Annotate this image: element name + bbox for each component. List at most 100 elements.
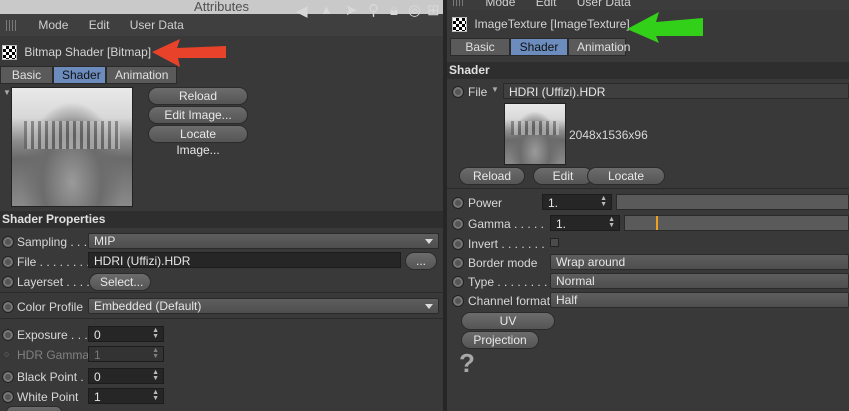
menu-edit[interactable]: Edit bbox=[536, 0, 557, 9]
new-panel-icon[interactable]: ⊞ bbox=[427, 3, 440, 18]
gamma-field[interactable]: 1. ▲ ▼ bbox=[550, 215, 620, 231]
layerset-label: Layerset . . . . bbox=[17, 275, 90, 289]
power-label: Power bbox=[468, 196, 503, 210]
menu-mode[interactable]: Mode bbox=[38, 18, 68, 32]
menu-edit[interactable]: Edit bbox=[89, 18, 110, 32]
border-mode-dropdown[interactable]: Wrap around bbox=[550, 254, 849, 270]
exposure-animate-radio[interactable] bbox=[2, 329, 14, 341]
stepper-arrows-icon[interactable]: ▲ ▼ bbox=[152, 369, 159, 382]
file-animate-radio[interactable] bbox=[452, 86, 464, 98]
back-arrow-icon[interactable]: ◀ bbox=[296, 4, 308, 19]
white-point-value: 1 bbox=[94, 390, 101, 404]
tab-animation[interactable]: Animation bbox=[106, 66, 177, 84]
white-point-field[interactable]: 1 ▲ ▼ bbox=[88, 388, 164, 404]
help-question-icon[interactable]: ? bbox=[459, 350, 475, 376]
stepper-arrows-icon[interactable]: ▲ ▼ bbox=[152, 389, 159, 402]
divider-line bbox=[0, 318, 443, 319]
exposure-field[interactable]: 0 ▲ ▼ bbox=[88, 326, 164, 342]
exposure-value: 0 bbox=[94, 328, 101, 342]
sampling-animate-radio[interactable] bbox=[2, 236, 14, 248]
cursor-icon[interactable]: ➤ bbox=[345, 3, 358, 18]
stepper-arrows-icon[interactable]: ▲ ▼ bbox=[608, 216, 615, 229]
border-mode-label: Border mode bbox=[468, 256, 538, 270]
partial-button[interactable] bbox=[6, 406, 62, 411]
file-path-field[interactable]: HDRI (Uffizi).HDR bbox=[88, 252, 401, 268]
reload-image-button[interactable]: Reload Image... bbox=[148, 87, 248, 119]
red-arrow-annotation bbox=[152, 39, 226, 67]
grip-icon bbox=[453, 0, 465, 6]
stepper-arrows-icon[interactable]: ▲ ▼ bbox=[600, 195, 607, 208]
tab-animation[interactable]: Animation bbox=[568, 38, 630, 56]
type-value: Normal bbox=[556, 274, 595, 288]
divider-line bbox=[447, 188, 849, 189]
projection-button[interactable]: Projection bbox=[461, 331, 539, 349]
hdr-gamma-label: HDR Gamma bbox=[17, 348, 90, 362]
gamma-animate-radio[interactable] bbox=[452, 218, 464, 230]
channel-format-animate-radio[interactable] bbox=[452, 295, 464, 307]
menu-user-data[interactable]: User Data bbox=[130, 18, 184, 32]
channel-format-dropdown[interactable]: Half bbox=[550, 292, 849, 308]
shader-properties-header: Shader Properties bbox=[0, 211, 443, 228]
expand-triangle-icon[interactable]: ▼ bbox=[3, 88, 11, 97]
menu-bar: Mode Edit User Data ◀ ▲ ➤ ⚲ 🔒︎ ◎ ⊞ bbox=[0, 2, 443, 36]
white-point-animate-radio[interactable] bbox=[2, 391, 14, 403]
power-field[interactable]: 1. ▲ ▼ bbox=[542, 194, 612, 210]
left-attributes-panel: Attributes Mode Edit User Data ◀ ▲ ➤ ⚲ 🔒… bbox=[0, 0, 443, 411]
search-icon[interactable]: ⚲ bbox=[368, 3, 379, 18]
channel-format-value: Half bbox=[556, 293, 578, 307]
tab-basic[interactable]: Basic bbox=[0, 66, 53, 84]
hdr-gamma-field: 1 ▲ ▼ bbox=[88, 346, 164, 362]
gamma-value: 1. bbox=[556, 217, 567, 231]
expand-triangle-icon[interactable]: ▼ bbox=[491, 85, 499, 94]
file-path-field[interactable]: HDRI (Uffizi).HDR bbox=[503, 83, 849, 99]
right-attributes-panel: Mode Edit User Data ImageTexture [ImageT… bbox=[447, 0, 849, 411]
object-title: Bitmap Shader [Bitmap] bbox=[24, 45, 152, 59]
checker-texture-icon bbox=[452, 17, 467, 33]
gamma-slider-marker[interactable] bbox=[656, 216, 659, 230]
reload-button[interactable]: Reload bbox=[459, 167, 525, 185]
object-header: Bitmap Shader [Bitmap] bbox=[2, 42, 151, 62]
invert-checkbox[interactable] bbox=[550, 238, 559, 247]
color-profile-animate-radio[interactable] bbox=[2, 301, 14, 313]
power-animate-radio[interactable] bbox=[452, 197, 464, 209]
stepper-arrows-icon: ▲ ▼ bbox=[152, 347, 159, 360]
file-animate-radio[interactable] bbox=[2, 256, 14, 268]
edit-button[interactable]: Edit bbox=[533, 167, 593, 185]
stepper-arrows-icon[interactable]: ▲ ▼ bbox=[152, 327, 159, 340]
lock-icon[interactable]: 🔒︎ bbox=[390, 3, 398, 18]
black-point-field[interactable]: 0 ▲ ▼ bbox=[88, 368, 164, 384]
exposure-label: Exposure . . . bbox=[17, 328, 88, 342]
tab-shader[interactable]: Shader bbox=[53, 66, 106, 84]
object-title: ImageTexture [ImageTexture] bbox=[474, 17, 630, 31]
bitmap-preview bbox=[11, 87, 133, 207]
black-point-label: Black Point . bbox=[17, 370, 84, 384]
tab-basic[interactable]: Basic bbox=[450, 38, 510, 56]
tab-bar: Basic Shader Animation bbox=[0, 66, 177, 84]
sampling-dropdown[interactable]: MIP bbox=[88, 233, 439, 249]
color-profile-value: Embedded (Default) bbox=[94, 299, 202, 313]
type-dropdown[interactable]: Normal bbox=[550, 273, 849, 289]
layerset-select-button[interactable]: Select... bbox=[89, 273, 151, 291]
up-arrow-icon[interactable]: ▲ bbox=[320, 2, 333, 17]
tab-shader[interactable]: Shader bbox=[510, 38, 568, 56]
type-label: Type . . . . . . . . bbox=[468, 275, 548, 289]
invert-animate-radio[interactable] bbox=[452, 238, 464, 250]
layerset-animate-radio[interactable] bbox=[2, 276, 14, 288]
file-label: File bbox=[468, 85, 488, 99]
uv-transform-button[interactable]: UV Transform bbox=[461, 312, 555, 344]
gamma-slider[interactable] bbox=[624, 215, 849, 231]
divider-line bbox=[0, 292, 443, 293]
locate-image-button[interactable]: Locate Image... bbox=[148, 125, 248, 157]
menu-mode[interactable]: Mode bbox=[485, 0, 515, 9]
type-animate-radio[interactable] bbox=[452, 276, 464, 288]
power-slider[interactable] bbox=[616, 194, 849, 210]
edit-image-button[interactable]: Edit Image... bbox=[148, 106, 248, 124]
border-mode-value: Wrap around bbox=[556, 255, 626, 269]
target-icon[interactable]: ◎ bbox=[408, 3, 421, 18]
locate-button[interactable]: Locate bbox=[587, 167, 665, 185]
border-mode-animate-radio[interactable] bbox=[452, 257, 464, 269]
black-point-animate-radio[interactable] bbox=[2, 371, 14, 383]
menu-user-data[interactable]: User Data bbox=[577, 0, 631, 9]
color-profile-dropdown[interactable]: Embedded (Default) bbox=[88, 298, 439, 314]
file-browse-button[interactable]: ... bbox=[405, 252, 437, 270]
